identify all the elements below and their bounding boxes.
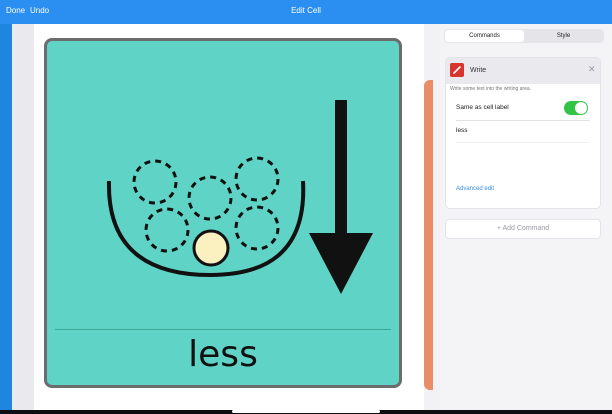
inspector-tabs: Commands Style	[444, 29, 604, 43]
same-as-label-text: Same as cell label	[456, 104, 509, 111]
write-command-card: Write ✕ Write some text into the writing…	[446, 58, 600, 208]
cell-canvas: less	[12, 24, 433, 410]
tab-style[interactable]: Style	[524, 30, 603, 42]
tab-commands[interactable]: Commands	[445, 30, 524, 42]
write-text-value: less	[456, 127, 468, 134]
home-indicator[interactable]	[232, 410, 380, 413]
edit-cell-window: less Commands Style Write ✕ Write some t…	[12, 24, 612, 410]
left-strip	[12, 24, 34, 410]
same-as-label-toggle[interactable]	[564, 101, 588, 115]
add-command-button[interactable]: + Add Command	[446, 220, 600, 238]
cell-label: less	[188, 334, 258, 375]
top-bar: Done Undo Edit Cell	[0, 0, 612, 24]
adjacent-cell-peek	[424, 80, 433, 390]
command-header: Write ✕	[446, 58, 600, 84]
cell-preview[interactable]: less	[44, 38, 402, 388]
divider	[456, 142, 590, 143]
command-title: Write	[470, 67, 487, 74]
divider	[456, 120, 590, 121]
advanced-edit-link[interactable]: Advanced edit	[456, 185, 494, 193]
command-description: Write some text into the writing area.	[450, 86, 532, 92]
cell-divider	[55, 329, 391, 330]
pencil-icon	[450, 63, 464, 77]
less-symbol-icon	[106, 100, 373, 294]
close-icon[interactable]: ✕	[588, 64, 596, 74]
write-text-field[interactable]: less	[456, 124, 590, 178]
page-title: Edit Cell	[291, 6, 321, 15]
